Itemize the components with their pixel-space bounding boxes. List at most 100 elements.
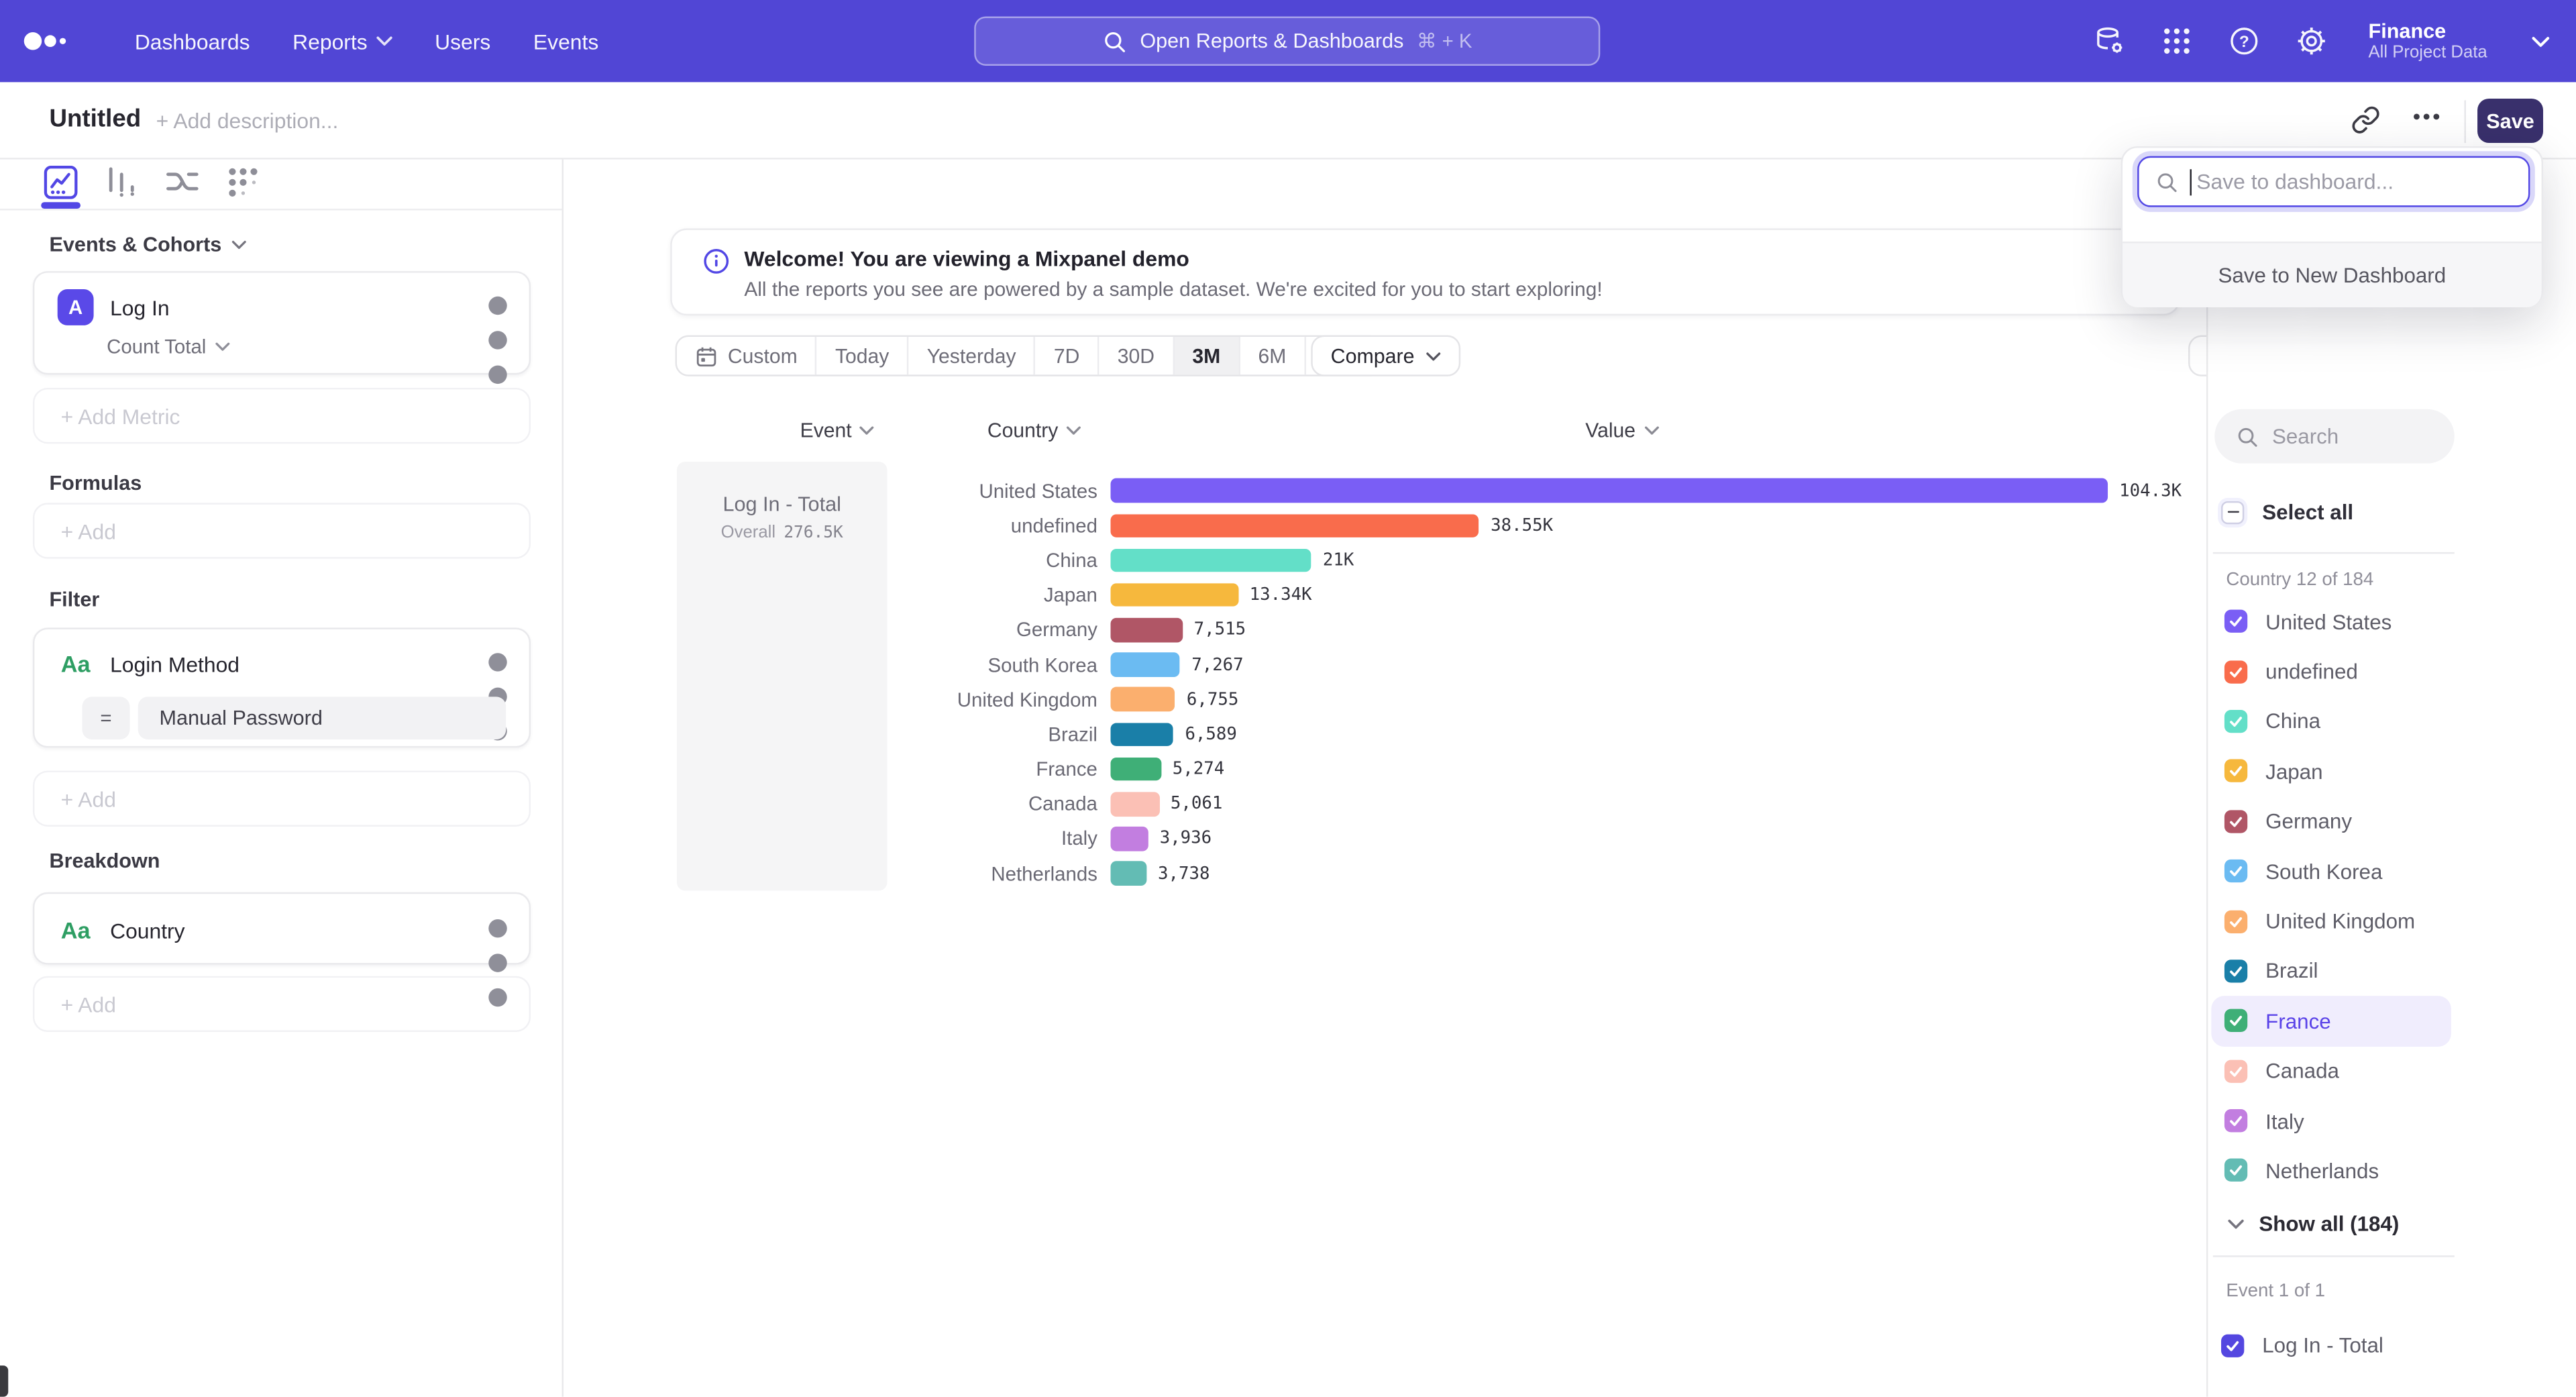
legend-item-united-states[interactable]: United States	[2211, 597, 2451, 646]
legend-checkbox-checked[interactable]	[2224, 910, 2247, 933]
add-breakdown-button[interactable]: + Add	[33, 976, 531, 1032]
bar-undefined[interactable]	[1111, 513, 1480, 537]
data-management-icon[interactable]	[2092, 25, 2125, 58]
column-header-event[interactable]: Event	[800, 419, 875, 442]
column-header-country[interactable]: Country	[987, 419, 1081, 442]
metric-card-log-in[interactable]: A Log In Count Total	[33, 271, 531, 374]
event-checkbox-checked[interactable]	[2221, 1333, 2244, 1356]
help-icon[interactable]: ?	[2227, 25, 2260, 58]
tab-retention-icon[interactable]	[223, 162, 263, 202]
range-7d[interactable]: 7D	[1036, 337, 1099, 374]
range-3m-selected[interactable]: 3M	[1174, 337, 1240, 374]
chevron-down-icon[interactable]	[2532, 36, 2550, 47]
add-filter-button[interactable]: + Add	[33, 771, 531, 827]
legend-item-netherlands[interactable]: Netherlands	[2211, 1146, 2451, 1196]
scrollbar-fragment[interactable]	[0, 1365, 8, 1397]
select-all-row[interactable]: Select all	[2208, 499, 2454, 524]
more-options-icon[interactable]	[2412, 112, 2441, 128]
bar-japan[interactable]	[1111, 583, 1238, 607]
legend-item-china[interactable]: China	[2211, 696, 2451, 746]
bar-value-label: 21K	[1323, 550, 1354, 570]
legend-item-brazil[interactable]: Brazil	[2211, 946, 2451, 996]
tab-insights-icon[interactable]	[41, 162, 80, 202]
nav-item-users[interactable]: Users	[435, 29, 490, 54]
breakdown-card-country[interactable]: Aa Country	[33, 892, 531, 965]
add-metric-button[interactable]: + Add Metric	[33, 388, 531, 444]
mixpanel-logo-icon[interactable]	[23, 30, 69, 52]
bar-brazil[interactable]	[1111, 723, 1174, 747]
kebab-menu-icon[interactable]	[486, 651, 509, 677]
legend-checkbox-checked[interactable]	[2224, 760, 2247, 782]
legend-checkbox-checked[interactable]	[2224, 610, 2247, 633]
breakdown-section-label: Breakdown	[49, 849, 160, 872]
legend-item-germany[interactable]: Germany	[2211, 796, 2451, 846]
legend-checkbox-checked[interactable]	[2224, 710, 2247, 733]
legend-checkbox-checked[interactable]	[2224, 810, 2247, 833]
legend-checkbox-checked[interactable]	[2224, 1009, 2247, 1032]
filter-property-name[interactable]: Login Method	[110, 652, 470, 676]
legend-checkbox-checked[interactable]	[2224, 1109, 2247, 1132]
range-yesterday[interactable]: Yesterday	[909, 337, 1036, 374]
select-all-checkbox-indeterminate[interactable]	[2221, 501, 2244, 523]
nav-item-dashboards[interactable]: Dashboards	[135, 29, 250, 54]
legend-item-japan[interactable]: Japan	[2211, 746, 2451, 796]
legend-search-input[interactable]: Search	[2214, 409, 2455, 464]
bar-italy[interactable]	[1111, 827, 1148, 851]
legend-checkbox-checked[interactable]	[2224, 1159, 2247, 1182]
bar-canada[interactable]	[1111, 792, 1159, 816]
kebab-menu-icon[interactable]	[486, 294, 509, 320]
legend-checkbox-checked[interactable]	[2224, 960, 2247, 982]
legend-item-undefined[interactable]: undefined	[2211, 646, 2451, 696]
legend-checkbox-checked[interactable]	[2224, 1059, 2247, 1082]
nav-item-reports[interactable]: Reports	[292, 29, 392, 54]
apps-grid-icon[interactable]	[2159, 25, 2192, 58]
event-legend-row[interactable]: Log In - Total	[2208, 1333, 2454, 1357]
breakdown-property-name[interactable]: Country	[110, 918, 470, 943]
report-title[interactable]: Untitled	[49, 105, 141, 134]
legend-item-italy[interactable]: Italy	[2211, 1096, 2451, 1145]
legend-item-united-kingdom[interactable]: United Kingdom	[2211, 896, 2451, 946]
bar-netherlands[interactable]	[1111, 862, 1146, 886]
bar-china[interactable]	[1111, 548, 1311, 572]
add-description-placeholder[interactable]: + Add description...	[156, 109, 339, 134]
kebab-menu-icon[interactable]	[486, 917, 509, 943]
bar-france[interactable]	[1111, 758, 1161, 782]
legend-checkbox-checked[interactable]	[2224, 660, 2247, 682]
save-button[interactable]: Save	[2477, 99, 2543, 143]
metric-aggregation[interactable]: Count Total	[107, 335, 529, 358]
range-custom[interactable]: Custom	[677, 337, 817, 374]
range-6m[interactable]: 6M	[1240, 337, 1306, 374]
settings-gear-icon[interactable]	[2294, 25, 2327, 58]
metric-name[interactable]: Log In	[110, 295, 470, 320]
show-all-toggle[interactable]: Show all (184)	[2208, 1209, 2454, 1237]
range-30d[interactable]: 30D	[1099, 337, 1175, 374]
search-placeholder: Open Reports & Dashboards	[1140, 30, 1403, 52]
events-cohorts-section-label[interactable]: Events & Cohorts	[49, 234, 246, 256]
bar-united-kingdom[interactable]	[1111, 688, 1175, 712]
event-summary-cell[interactable]: Log In - Total Overall276.5K	[677, 462, 887, 890]
project-switcher[interactable]: Finance All Project Data	[2369, 19, 2487, 63]
filter-card-login-method[interactable]: Aa Login Method = Manual Password	[33, 628, 531, 748]
legend-checkbox-checked[interactable]	[2224, 860, 2247, 882]
filter-value[interactable]: Manual Password	[138, 696, 506, 739]
global-search-button[interactable]: Open Reports & Dashboards ⌘ + K	[974, 16, 1600, 65]
legend-item-france[interactable]: France	[2211, 996, 2451, 1045]
tab-flows-icon[interactable]	[162, 162, 202, 202]
bar-united-states[interactable]	[1111, 478, 2108, 503]
compare-button[interactable]: Compare	[1311, 335, 1460, 376]
add-formula-button[interactable]: + Add	[33, 503, 531, 558]
copy-link-icon[interactable]	[2351, 105, 2380, 135]
nav-item-events[interactable]: Events	[533, 29, 598, 54]
legend-item-canada[interactable]: Canada	[2211, 1046, 2451, 1096]
show-all-label: Show all (184)	[2259, 1211, 2399, 1236]
save-dashboard-search-input[interactable]: Save to dashboard...	[2137, 156, 2530, 207]
bar-category-label: Germany	[896, 619, 1097, 641]
save-to-new-dashboard-button[interactable]: Save to New Dashboard	[2123, 242, 2541, 307]
range-today[interactable]: Today	[817, 337, 909, 374]
column-header-value[interactable]: Value	[1585, 419, 1658, 442]
bar-south-korea[interactable]	[1111, 653, 1181, 677]
filter-operator[interactable]: =	[82, 696, 129, 739]
legend-item-south-korea[interactable]: South Korea	[2211, 846, 2451, 896]
tab-funnels-icon[interactable]	[102, 162, 142, 202]
bar-germany[interactable]	[1111, 618, 1183, 642]
